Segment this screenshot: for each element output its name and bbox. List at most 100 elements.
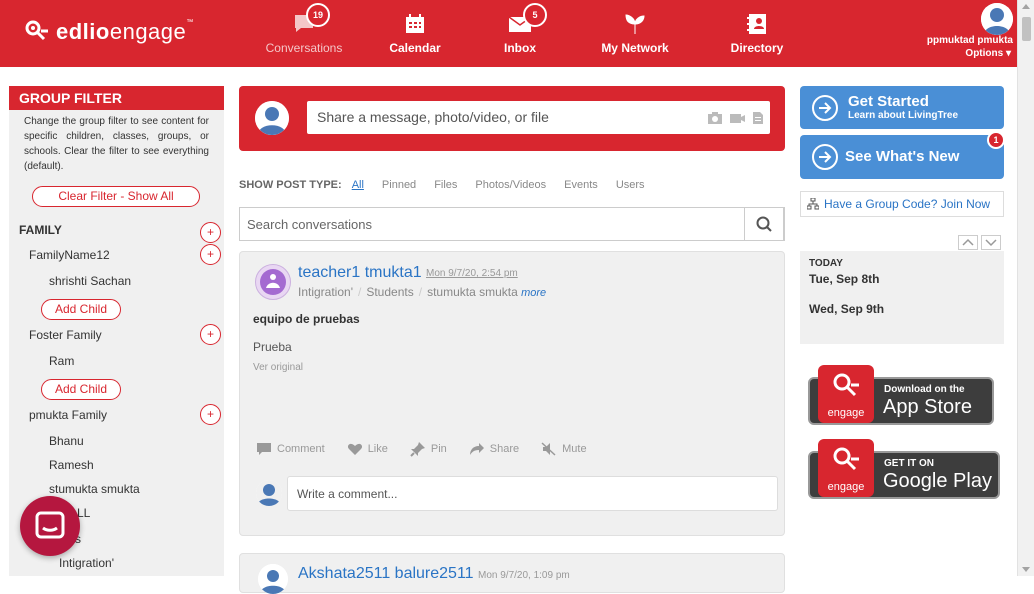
group-code-link[interactable]: Have a Group Code? Join Now bbox=[800, 191, 1004, 217]
engage-label: engage bbox=[827, 481, 865, 493]
scroll-down-arrow-icon[interactable] bbox=[1022, 567, 1030, 572]
chat-launcher-button[interactable] bbox=[20, 496, 80, 556]
app-store-big-text: App Store bbox=[883, 396, 972, 418]
post-date[interactable]: Mon 9/7/20, 2:54 pm bbox=[426, 268, 518, 279]
today-label: TODAY bbox=[809, 258, 843, 269]
inbox-badge: 5 bbox=[523, 3, 547, 27]
meditation-avatar-icon bbox=[260, 269, 286, 295]
comment-button[interactable]: Comment bbox=[256, 441, 325, 457]
calendar-up-button[interactable] bbox=[958, 235, 978, 250]
child-item-ramesh[interactable]: Ramesh bbox=[49, 458, 94, 472]
nav-inbox-label: Inbox bbox=[504, 41, 536, 55]
post-type-photos-videos[interactable]: Photos/Videos bbox=[475, 179, 546, 191]
scrollbar-thumb[interactable] bbox=[1022, 17, 1031, 41]
nav-my-network[interactable]: My Network bbox=[600, 0, 670, 67]
user-avatar[interactable] bbox=[981, 3, 1013, 35]
post-author-avatar[interactable] bbox=[255, 264, 291, 300]
share-button[interactable]: Share bbox=[469, 441, 519, 457]
file-icon[interactable] bbox=[751, 111, 765, 125]
add-child-button-1[interactable]: Add Child bbox=[41, 299, 121, 320]
user-name: ppmuktad pmukta bbox=[926, 35, 1013, 46]
nav-calendar[interactable]: Calendar bbox=[385, 0, 445, 67]
post-more-link[interactable]: more bbox=[521, 287, 546, 299]
user-avatar-icon bbox=[256, 480, 282, 506]
mute-button[interactable]: Mute bbox=[541, 441, 587, 457]
post-student[interactable]: stumukta smukta bbox=[427, 285, 518, 299]
get-started-subtitle: Learn about LivingTree bbox=[848, 110, 959, 121]
family-item-familyname12[interactable]: FamilyName12 bbox=[29, 248, 110, 262]
comment-input[interactable]: Write a comment... bbox=[287, 476, 778, 511]
child-item-shrishti[interactable]: shrishti Sachan bbox=[49, 274, 131, 288]
post-body: Prueba bbox=[253, 340, 292, 354]
group-filter-description: Change the group filter to see content f… bbox=[24, 116, 209, 172]
nav-directory[interactable]: Directory bbox=[728, 0, 786, 67]
page-scrollbar[interactable] bbox=[1017, 0, 1034, 576]
engage-logo-icon bbox=[833, 447, 859, 471]
post-type-files[interactable]: Files bbox=[434, 179, 457, 191]
arrow-circle-icon bbox=[812, 95, 838, 121]
share-arrow-icon bbox=[469, 443, 484, 455]
post-title: equipo de pruebas bbox=[253, 312, 360, 326]
video-icon[interactable] bbox=[729, 111, 745, 125]
view-original-link[interactable]: Ver original bbox=[253, 362, 303, 373]
post-type-pinned[interactable]: Pinned bbox=[382, 179, 416, 191]
search-icon bbox=[756, 216, 772, 232]
conversation-post: teacher1 tmukta1 Mon 9/7/20, 2:54 pm Int… bbox=[239, 251, 785, 536]
child-item-stumukta[interactable]: stumukta smukta bbox=[49, 482, 140, 496]
chevron-up-icon bbox=[962, 238, 974, 246]
add-family-button[interactable]: + bbox=[200, 222, 221, 243]
get-started-title: Get Started bbox=[848, 93, 929, 110]
options-dropdown[interactable]: Options ▾ bbox=[965, 48, 1011, 59]
child-item-ram[interactable]: Ram bbox=[49, 354, 74, 368]
search-conversations[interactable]: Search conversations bbox=[239, 207, 785, 241]
like-button[interactable]: Like bbox=[347, 441, 388, 457]
brand-name: edlioengage™ bbox=[56, 19, 194, 44]
google-play-badge[interactable]: engage GET IT ON Google Play bbox=[808, 439, 1000, 499]
calendar-icon bbox=[406, 14, 424, 33]
post2-author-avatar[interactable] bbox=[258, 564, 288, 594]
whats-new-title: See What's New bbox=[845, 148, 960, 165]
clear-filter-button[interactable]: Clear Filter - Show All bbox=[32, 186, 200, 207]
conversation-post-2: Akshata2511 balure2511 Mon 9/7/20, 1:09 … bbox=[239, 553, 785, 594]
family-heading: FAMILY bbox=[19, 223, 62, 237]
post-audience-type[interactable]: Students bbox=[366, 285, 413, 299]
get-started-button[interactable]: Get Started Learn about LivingTree bbox=[800, 86, 1004, 129]
family-item-pmukta[interactable]: pmukta Family bbox=[29, 408, 107, 422]
post2-author[interactable]: Akshata2511 balure2511 bbox=[298, 565, 474, 583]
post-type-users[interactable]: Users bbox=[616, 179, 645, 191]
search-input[interactable]: Search conversations bbox=[247, 217, 372, 232]
post-type-all[interactable]: All bbox=[352, 179, 364, 191]
post-type-events[interactable]: Events bbox=[564, 179, 598, 191]
post-group[interactable]: Intigration' bbox=[298, 285, 353, 299]
search-button[interactable] bbox=[744, 207, 784, 241]
nav-conversations[interactable]: 19 Conversations bbox=[264, 0, 344, 67]
upcoming-events-panel: TODAY Tue, Sep 8th Wed, Sep 9th bbox=[800, 251, 1004, 344]
comment-label: Comment bbox=[277, 443, 325, 455]
event-day-1[interactable]: Tue, Sep 8th bbox=[809, 272, 879, 286]
pin-button[interactable]: Pin bbox=[410, 441, 447, 457]
whats-new-button[interactable]: See What's New bbox=[800, 135, 1004, 179]
add-child-button-2[interactable]: Add Child bbox=[41, 379, 121, 400]
add-to-foster-button[interactable]: + bbox=[200, 324, 221, 345]
camera-icon[interactable] bbox=[707, 111, 723, 125]
post-author[interactable]: teacher1 tmukta1 bbox=[298, 264, 422, 282]
edlio-engage-logo[interactable]: edlioengage™ bbox=[24, 18, 194, 46]
scroll-up-arrow-icon[interactable] bbox=[1022, 4, 1030, 9]
child-item-bhanu[interactable]: Bhanu bbox=[49, 434, 84, 448]
nav-inbox[interactable]: 5 Inbox bbox=[495, 0, 547, 67]
top-navigation-bar: edlioengage™ 19 Conversations Calendar 5… bbox=[0, 0, 1017, 67]
add-to-pmukta-button[interactable]: + bbox=[200, 404, 221, 425]
add-to-familyname12-button[interactable]: + bbox=[200, 244, 221, 265]
pin-label: Pin bbox=[430, 443, 447, 455]
mute-speaker-icon bbox=[541, 442, 556, 456]
user-avatar-icon bbox=[981, 3, 1013, 35]
whats-new-badge: 1 bbox=[987, 131, 1005, 149]
user-avatar-icon bbox=[255, 101, 289, 135]
event-day-2[interactable]: Wed, Sep 9th bbox=[809, 302, 884, 316]
pin-icon bbox=[410, 442, 425, 457]
app-store-badge[interactable]: engage Download on the App Store bbox=[808, 365, 994, 425]
group-item-intigration[interactable]: Intigration' bbox=[59, 556, 114, 570]
family-item-foster[interactable]: Foster Family bbox=[29, 328, 102, 342]
calendar-down-button[interactable] bbox=[981, 235, 1001, 250]
composer-input[interactable]: Share a message, photo/video, or file bbox=[307, 101, 770, 134]
